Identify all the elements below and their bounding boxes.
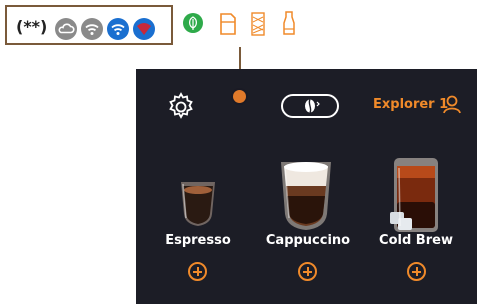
water-tank-icon bbox=[218, 11, 238, 41]
espresso-cup-icon[interactable] bbox=[175, 176, 221, 236]
cold-brew-glass-icon[interactable] bbox=[388, 156, 444, 240]
cloud-icon bbox=[55, 18, 77, 40]
footnote-label: (**) bbox=[16, 17, 48, 36]
filter-icon bbox=[250, 11, 266, 41]
eco-icon bbox=[182, 12, 204, 38]
wifi-alert-icon bbox=[133, 18, 155, 40]
add-espresso-button[interactable] bbox=[188, 262, 207, 281]
add-cold-brew-button[interactable] bbox=[407, 262, 426, 281]
bean-selector-button[interactable] bbox=[281, 94, 339, 118]
user-icon[interactable] bbox=[442, 94, 462, 118]
beverage-label-espresso[interactable]: Espresso bbox=[143, 233, 253, 248]
cappuccino-cup-icon[interactable] bbox=[276, 158, 336, 238]
beverage-label-cappuccino[interactable]: Cappuccino bbox=[253, 233, 363, 248]
coffee-bean-icon bbox=[305, 99, 320, 113]
milk-carafe-icon bbox=[281, 9, 297, 41]
wifi-weak-icon bbox=[81, 18, 103, 40]
add-cappuccino-button[interactable] bbox=[298, 262, 317, 281]
status-icon-strip: (**) bbox=[5, 5, 173, 45]
gear-icon[interactable] bbox=[166, 92, 196, 126]
wifi-connected-icon bbox=[107, 18, 129, 40]
beverage-label-cold-brew[interactable]: Cold Brew bbox=[361, 233, 471, 248]
profile-name[interactable]: Explorer 1 bbox=[373, 97, 448, 112]
callout-dot bbox=[233, 90, 246, 103]
